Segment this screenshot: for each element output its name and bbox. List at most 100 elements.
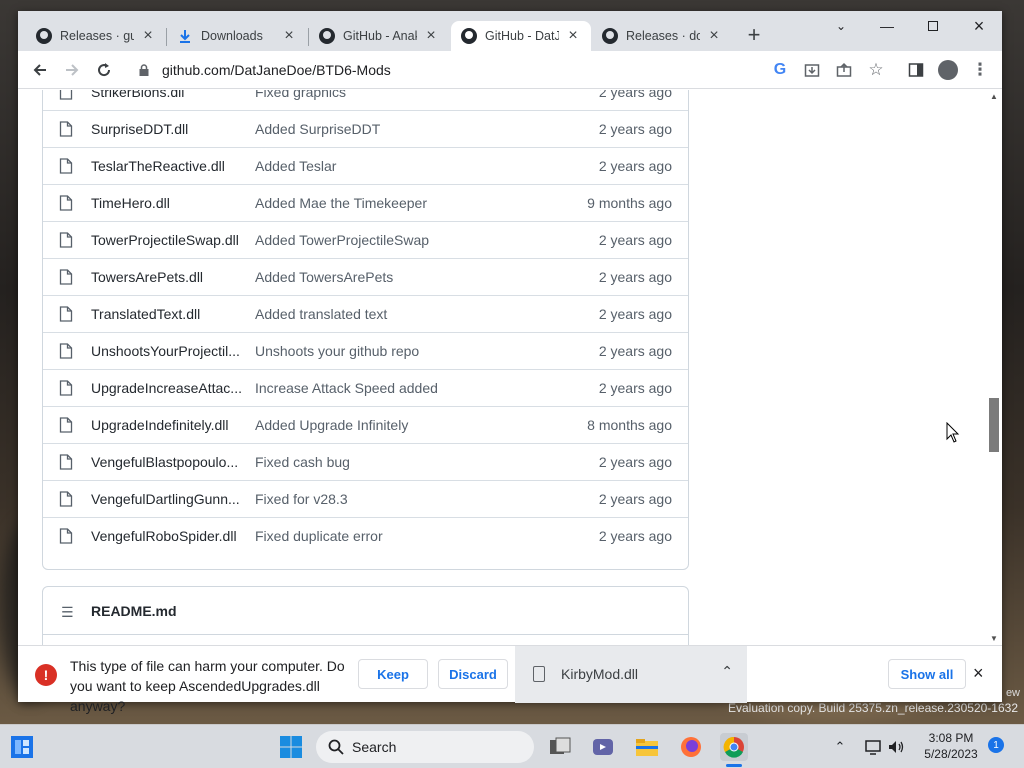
close-tab-icon[interactable]: × <box>706 27 722 44</box>
tab-releases-gum[interactable]: Releases · gum × <box>26 21 166 51</box>
evaluation-watermark: Evaluation copy. Build 25375.zn_release.… <box>728 701 1018 715</box>
tab-downloads[interactable]: Downloads × <box>167 21 307 51</box>
url-text: github.com/DatJaneDoe/BTD6-Mods <box>162 62 391 78</box>
file-explorer-icon[interactable] <box>633 733 661 761</box>
maximize-icon[interactable] <box>910 11 956 41</box>
discard-button[interactable]: Discard <box>438 659 508 689</box>
commit-message-link[interactable]: Added SurpriseDDT <box>255 121 555 137</box>
share-icon[interactable] <box>830 56 858 84</box>
taskbar-search[interactable]: Search <box>316 731 534 763</box>
file-icon <box>59 158 73 174</box>
github-icon <box>461 28 477 44</box>
clock-time: 3:08 PM <box>928 731 974 745</box>
commit-message-link[interactable]: Added Upgrade Infinitely <box>255 417 555 433</box>
github-icon <box>319 28 335 44</box>
scrollbar[interactable]: ▲ ▼ <box>986 90 1002 645</box>
commit-message-link[interactable]: Fixed cash bug <box>255 454 555 470</box>
commit-message-link[interactable]: Added translated text <box>255 306 555 322</box>
commit-message-link[interactable]: Unshoots your github repo <box>255 343 555 359</box>
file-name-link[interactable]: VengefulBlastpopoulo... <box>91 454 241 470</box>
commit-age: 2 years ago <box>598 491 672 507</box>
download-item[interactable]: KirbyMod.dll ⌃ <box>515 646 747 703</box>
notification-badge[interactable]: 1 <box>988 737 1004 753</box>
list-icon[interactable]: ☰ <box>61 604 74 621</box>
tab-search-chevron-icon[interactable]: ⌄ <box>818 11 864 41</box>
download-icon <box>177 28 193 44</box>
commit-message-link[interactable]: Added Mae the Timekeeper <box>255 195 555 211</box>
keep-button[interactable]: Keep <box>358 659 428 689</box>
scrollbar-thumb[interactable] <box>989 398 999 452</box>
back-icon[interactable] <box>26 56 54 84</box>
file-icon <box>59 121 73 137</box>
bookmark-star-icon[interactable]: ☆ <box>862 56 890 84</box>
close-tab-icon[interactable]: × <box>565 27 581 44</box>
file-name-link[interactable]: UpgradeIncreaseAttac... <box>91 380 241 396</box>
teams-chat-icon[interactable] <box>589 733 617 761</box>
close-window-icon[interactable]: × <box>956 11 1002 41</box>
close-tab-icon[interactable]: × <box>423 27 439 44</box>
file-icon <box>59 491 73 507</box>
taskbar-clock[interactable]: 3:08 PM 5/28/2023 <box>916 730 986 762</box>
side-panel-icon[interactable] <box>902 56 930 84</box>
tab-strip: Releases · gum × Downloads × GitHub - An… <box>18 11 1002 51</box>
search-icon <box>328 739 344 755</box>
forward-icon[interactable] <box>58 56 86 84</box>
lock-icon[interactable] <box>138 64 150 76</box>
file-name-link[interactable]: TowerProjectileSwap.dll <box>91 232 241 248</box>
commit-message-link[interactable]: Added TowerProjectileSwap <box>255 232 555 248</box>
chevron-up-icon[interactable]: ⌃ <box>721 663 733 680</box>
tab-github-datj[interactable]: GitHub - DatJ × <box>451 21 591 51</box>
commit-age: 2 years ago <box>598 306 672 322</box>
start-windows-icon[interactable] <box>277 733 305 761</box>
file-name-link[interactable]: TowersArePets.dll <box>91 269 241 285</box>
commit-age: 8 months ago <box>587 417 672 433</box>
close-tab-icon[interactable]: × <box>140 27 156 44</box>
file-name-link[interactable]: UnshootsYourProjectil... <box>91 343 241 359</box>
commit-message-link[interactable]: Increase Attack Speed added <box>255 380 555 396</box>
install-app-icon[interactable] <box>798 56 826 84</box>
task-view-icon[interactable] <box>546 733 574 761</box>
file-icon <box>59 528 73 544</box>
file-name-link[interactable]: StrikerBlons.dll <box>91 90 241 100</box>
file-name-link[interactable]: VengefulDartlingGunn... <box>91 491 241 507</box>
commit-message-link[interactable]: Added Teslar <box>255 158 555 174</box>
tab-title: GitHub - DatJ <box>485 29 559 43</box>
file-name-link[interactable]: SurpriseDDT.dll <box>91 121 241 137</box>
commit-message-link[interactable]: Fixed graphics <box>255 90 555 100</box>
close-tab-icon[interactable]: × <box>281 27 297 44</box>
profile-avatar-icon[interactable] <box>934 56 962 84</box>
close-download-bar-icon[interactable]: × <box>973 663 984 684</box>
tab-github-anak[interactable]: GitHub - Anak × <box>309 21 449 51</box>
firefox-icon[interactable] <box>677 733 705 761</box>
scroll-down-icon[interactable]: ▼ <box>990 634 998 643</box>
scroll-up-icon[interactable]: ▲ <box>990 92 998 101</box>
google-icon[interactable]: G <box>766 56 794 84</box>
reload-icon[interactable] <box>90 56 118 84</box>
tab-title: Releases · gum <box>60 29 134 43</box>
chrome-icon[interactable] <box>720 733 748 761</box>
new-tab-icon[interactable]: + <box>740 21 768 49</box>
file-row: TeslarTheReactive.dll Added Teslar 2 years… <box>43 147 688 184</box>
volume-icon[interactable] <box>882 733 910 761</box>
tab-title: GitHub - Anak <box>343 29 417 43</box>
commit-message-link[interactable]: Added TowersArePets <box>255 269 555 285</box>
file-icon <box>59 269 73 285</box>
file-name-link[interactable]: TimeHero.dll <box>91 195 241 211</box>
widgets-icon[interactable] <box>8 733 36 761</box>
chevron-up-tray-icon[interactable]: ⌃ <box>826 733 854 761</box>
minimize-icon[interactable]: — <box>864 11 910 41</box>
file-row: UnshootsYourProjectil... Unshoots your gi… <box>43 332 688 369</box>
commit-message-link[interactable]: Fixed for v28.3 <box>255 491 555 507</box>
taskbar: Search ⌃ 3:08 PM 5/28/2023 1 <box>0 724 1024 768</box>
tab-releases-doo[interactable]: Releases · doo × <box>592 21 732 51</box>
commit-age: 2 years ago <box>598 121 672 137</box>
show-all-button[interactable]: Show all <box>888 659 966 689</box>
browser-window: Releases · gum × Downloads × GitHub - An… <box>18 11 1002 714</box>
commit-message-link[interactable]: Fixed duplicate error <box>255 528 555 544</box>
file-name-link[interactable]: TeslarTheReactive.dll <box>91 158 241 174</box>
menu-kebab-icon[interactable]: ⋮ <box>966 56 994 84</box>
readme-header: ☰ README.md <box>43 587 688 635</box>
file-name-link[interactable]: UpgradeIndefinitely.dll <box>91 417 241 433</box>
file-name-link[interactable]: TranslatedText.dll <box>91 306 241 322</box>
file-name-link[interactable]: VengefulRoboSpider.dll <box>91 528 241 544</box>
